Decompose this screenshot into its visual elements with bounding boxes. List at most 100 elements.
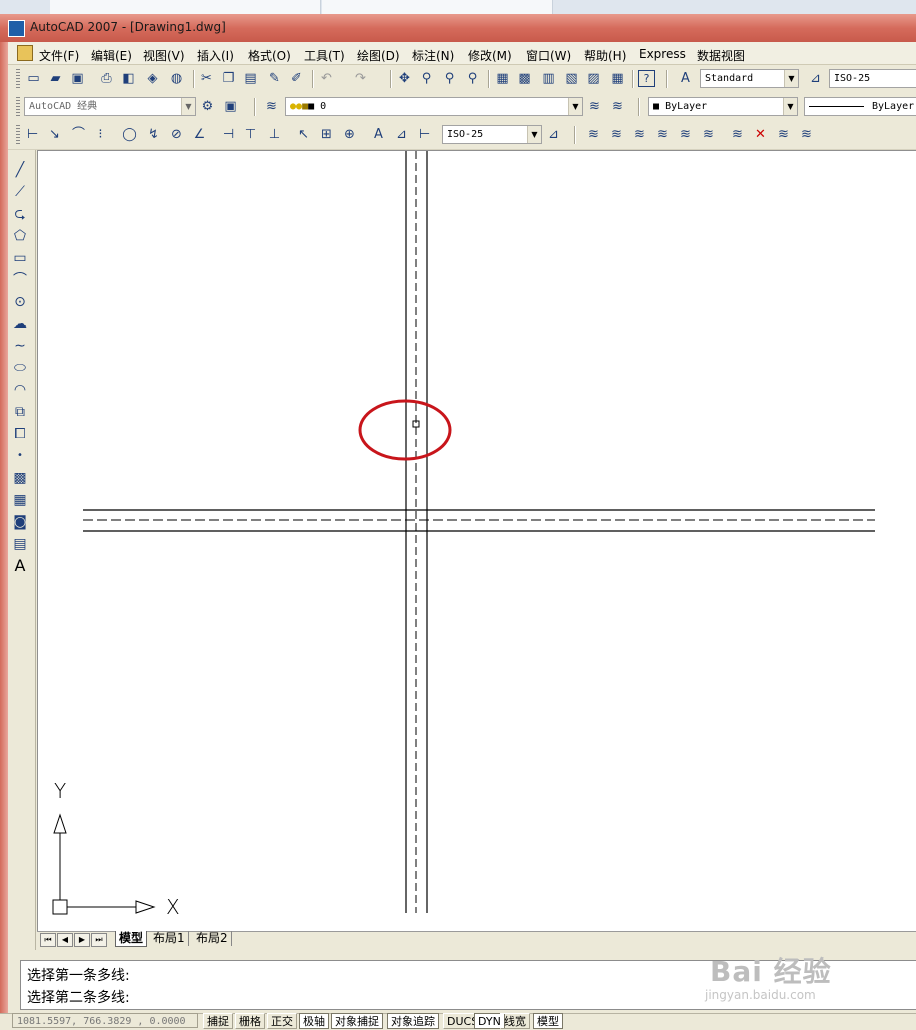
zoom-window-icon[interactable]: ⚲: [441, 70, 458, 87]
first-tab-icon[interactable]: ⏮: [40, 933, 56, 947]
osnap-toggle[interactable]: 对象捕捉: [331, 1013, 383, 1029]
new-icon[interactable]: ▭: [25, 70, 42, 87]
diameter-dimension-icon[interactable]: ⊘: [168, 126, 185, 143]
make-layer-current-icon[interactable]: ≋: [586, 98, 603, 115]
chevron-down-icon[interactable]: ▼: [783, 98, 797, 115]
prev-tab-icon[interactable]: ◀: [57, 933, 73, 947]
toolbar-grip[interactable]: [16, 69, 20, 89]
line-icon[interactable]: ╱: [11, 161, 29, 179]
block-editor-icon[interactable]: ✐: [288, 70, 305, 87]
menu-file[interactable]: 文件(F): [39, 47, 79, 64]
menu-dimension[interactable]: 标注(N): [412, 47, 454, 64]
dim-style-combo[interactable]: ISO-25: [829, 69, 916, 88]
layer-tool-icon[interactable]: ≋: [654, 126, 671, 143]
dimension-style-manager-icon[interactable]: ⊿: [545, 126, 562, 143]
polyline-icon[interactable]: ⮎: [11, 205, 29, 223]
next-tab-icon[interactable]: ▶: [74, 933, 90, 947]
pan-icon[interactable]: ✥: [396, 70, 413, 87]
tab-model[interactable]: 模型: [115, 931, 148, 947]
layer-tool-icon[interactable]: ≋: [608, 126, 625, 143]
paste-icon[interactable]: ▤: [242, 70, 259, 87]
tab-layout2[interactable]: 布局2: [193, 931, 232, 946]
jogged-dimension-icon[interactable]: ↯: [145, 126, 162, 143]
spline-icon[interactable]: ∼: [11, 337, 29, 355]
layer-manager-icon[interactable]: ≋: [263, 98, 280, 115]
menu-view[interactable]: 视图(V): [143, 47, 185, 64]
plot-icon[interactable]: ⎙: [98, 70, 115, 87]
point-icon[interactable]: •: [11, 447, 29, 465]
redo-icon[interactable]: ↷: [352, 70, 369, 87]
polar-toggle[interactable]: 极轴: [299, 1013, 329, 1029]
lineweight-toggle[interactable]: 线宽: [500, 1013, 530, 1029]
save-icon[interactable]: ▣: [69, 70, 86, 87]
menu-tools[interactable]: 工具(T): [304, 47, 345, 64]
layer-tool-icon[interactable]: ≋: [631, 126, 648, 143]
ordinate-dimension-icon[interactable]: ⁝: [92, 126, 109, 143]
layer-tool-icon[interactable]: ≋: [585, 126, 602, 143]
continue-dimension-icon[interactable]: ⊥: [266, 126, 283, 143]
rectangle-icon[interactable]: ▭: [11, 249, 29, 267]
copy-icon[interactable]: ❐: [220, 70, 237, 87]
open-icon[interactable]: ▰: [47, 70, 64, 87]
text-style-combo[interactable]: Standard ▼: [700, 69, 799, 88]
tolerance-icon[interactable]: ⊞: [318, 126, 335, 143]
chevron-down-icon[interactable]: ▼: [784, 70, 798, 87]
insert-block-icon[interactable]: ⧉: [11, 403, 29, 421]
quick-leader-icon[interactable]: ↖: [295, 126, 312, 143]
tool-palettes-icon[interactable]: ▥: [540, 70, 557, 87]
plot-preview-icon[interactable]: ◧: [120, 70, 137, 87]
zoom-previous-icon[interactable]: ⚲: [464, 70, 481, 87]
layer-previous-icon[interactable]: ≋: [609, 98, 626, 115]
model-space-toggle[interactable]: 模型: [533, 1013, 563, 1029]
chevron-down-icon[interactable]: ▼: [181, 98, 195, 115]
undo-icon[interactable]: ↶: [318, 70, 335, 87]
dim-style-icon[interactable]: ⊿: [807, 70, 824, 87]
properties-icon[interactable]: ▦: [494, 70, 511, 87]
menu-edit[interactable]: 编辑(E): [91, 47, 132, 64]
dimension-style-combo[interactable]: ISO-25 ▼: [442, 125, 542, 144]
region-icon[interactable]: ◙: [11, 513, 29, 531]
layer-tool-icon[interactable]: ≋: [677, 126, 694, 143]
multiline-text-icon[interactable]: A: [11, 557, 29, 575]
last-tab-icon[interactable]: ⏭: [91, 933, 107, 947]
angular-dimension-icon[interactable]: ∠: [191, 126, 208, 143]
menu-insert[interactable]: 插入(I): [197, 47, 234, 64]
toolbar-grip[interactable]: [16, 125, 20, 145]
help-icon[interactable]: ?: [638, 70, 655, 87]
linear-dimension-icon[interactable]: ⊢: [24, 126, 41, 143]
polygon-icon[interactable]: ⬠: [11, 227, 29, 245]
gradient-icon[interactable]: ▦: [11, 491, 29, 509]
3d-dwf-icon[interactable]: ◍: [168, 70, 185, 87]
snap-toggle[interactable]: 捕捉: [203, 1013, 233, 1029]
hatch-icon[interactable]: ▩: [11, 469, 29, 487]
document-icon[interactable]: [17, 45, 33, 61]
zoom-realtime-icon[interactable]: ⚲: [418, 70, 435, 87]
command-prompt-line[interactable]: 选择第二条多线:: [27, 987, 130, 1007]
cut-icon[interactable]: ✂: [198, 70, 215, 87]
menu-express[interactable]: Express: [639, 47, 686, 61]
dimension-text-edit-icon[interactable]: ⊿: [393, 126, 410, 143]
baseline-dimension-icon[interactable]: ⊤: [242, 126, 259, 143]
radius-dimension-icon[interactable]: ◯: [121, 126, 138, 143]
chevron-down-icon[interactable]: ▼: [568, 98, 582, 115]
revision-cloud-icon[interactable]: ☁: [11, 315, 29, 333]
dimension-update-icon[interactable]: ⊢: [416, 126, 433, 143]
layer-tool-icon[interactable]: ≋: [798, 126, 815, 143]
otrack-toggle[interactable]: 对象追踪: [387, 1013, 439, 1029]
arc-length-icon[interactable]: ⌒: [70, 126, 87, 143]
chevron-down-icon[interactable]: ▼: [527, 126, 541, 143]
menu-data-view[interactable]: 数据视图: [697, 47, 745, 64]
calculator-icon[interactable]: ▦: [609, 70, 626, 87]
match-properties-icon[interactable]: ✎: [266, 70, 283, 87]
aligned-dimension-icon[interactable]: ↘: [46, 126, 63, 143]
menu-window[interactable]: 窗口(W): [526, 47, 571, 64]
table-icon[interactable]: ▤: [11, 535, 29, 553]
coordinate-display[interactable]: 1081.5597, 766.3829 , 0.0000: [12, 1013, 198, 1028]
menu-help[interactable]: 帮助(H): [584, 47, 626, 64]
construction-line-icon[interactable]: ⟋: [11, 183, 29, 201]
linetype-combo[interactable]: ByLayer: [804, 97, 916, 116]
tab-layout1[interactable]: 布局1: [150, 931, 189, 946]
color-combo[interactable]: ■ ByLayer ▼: [648, 97, 798, 116]
workspace-settings-icon[interactable]: ⚙: [199, 98, 216, 115]
toolbar-grip[interactable]: [16, 97, 20, 117]
